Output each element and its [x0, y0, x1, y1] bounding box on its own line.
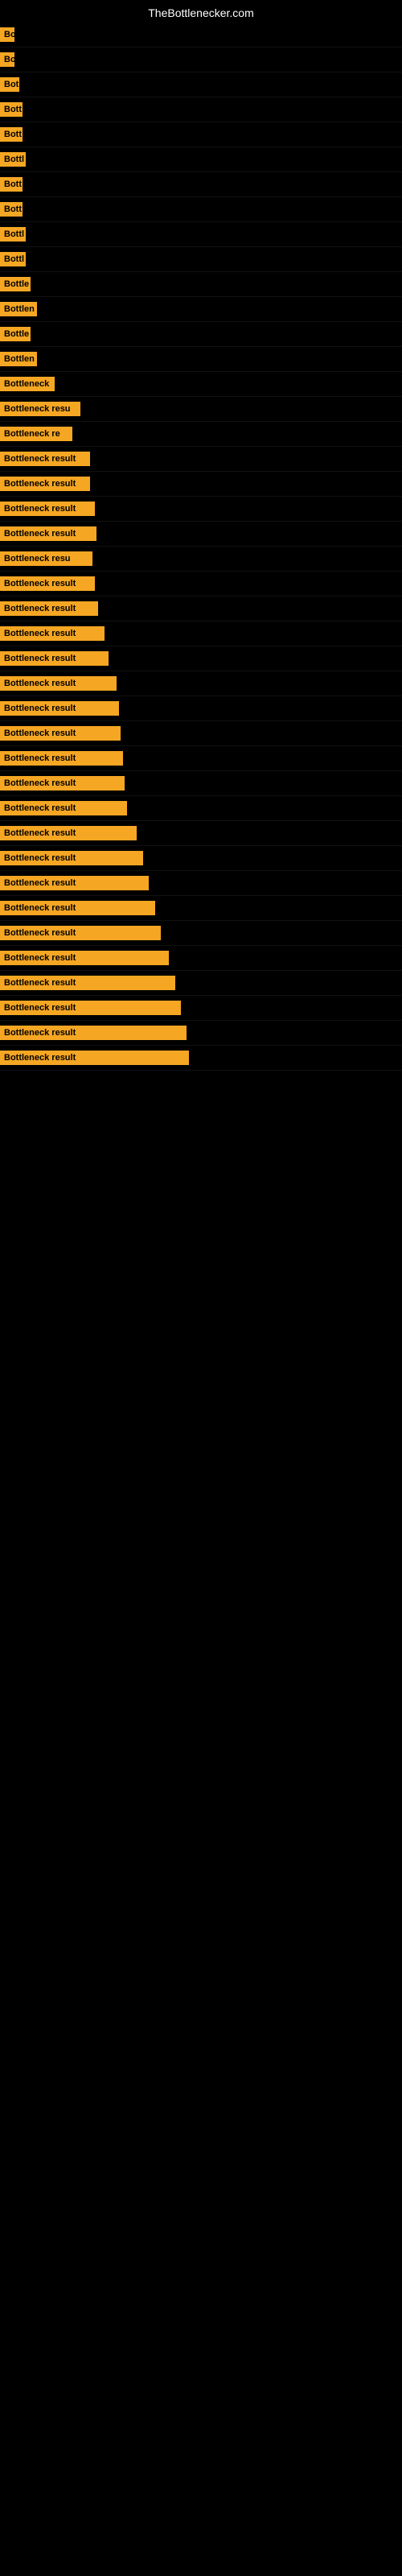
bottleneck-label: Bottleneck result — [0, 826, 137, 840]
bottleneck-label: Bottleneck result — [0, 726, 121, 741]
bottleneck-label: Bottleneck result — [0, 502, 95, 516]
bottleneck-label: Bottleneck result — [0, 651, 109, 666]
bottleneck-label: Bottl — [0, 252, 26, 266]
bottleneck-label: Bo — [0, 52, 14, 67]
bottleneck-label: Bott — [0, 127, 23, 142]
bottleneck-label: Bottleneck result — [0, 1001, 181, 1015]
list-item: Bottleneck resu — [0, 397, 402, 422]
site-title: TheBottlenecker.com — [0, 0, 402, 23]
list-item: Bottle — [0, 272, 402, 297]
list-item: Bottleneck result — [0, 572, 402, 597]
bottleneck-label: Bottleneck result — [0, 751, 123, 766]
bottleneck-label: Bottle — [0, 327, 31, 341]
list-item: Bottleneck result — [0, 497, 402, 522]
bottleneck-label: Bottleneck resu — [0, 551, 92, 566]
bottleneck-label: Bottleneck result — [0, 951, 169, 965]
list-item: Bottleneck resu — [0, 547, 402, 572]
list-item: Bottleneck result — [0, 746, 402, 771]
list-item: Bottlen — [0, 297, 402, 322]
list-item: Bottl — [0, 222, 402, 247]
list-item: Bot — [0, 72, 402, 97]
list-item: Bottleneck result — [0, 597, 402, 621]
list-item: Bottleneck result — [0, 896, 402, 921]
list-item: Bottleneck result — [0, 821, 402, 846]
bottleneck-label: Bottleneck result — [0, 477, 90, 491]
list-item: Bott — [0, 172, 402, 197]
bottleneck-label: Bottleneck — [0, 377, 55, 391]
list-item: Bottleneck result — [0, 971, 402, 996]
bottleneck-label: Bottleneck result — [0, 576, 95, 591]
list-item: Bottleneck result — [0, 796, 402, 821]
bottleneck-label: Bottleneck result — [0, 926, 161, 940]
bottleneck-label: Bottlen — [0, 302, 37, 316]
list-item: Bott — [0, 122, 402, 147]
items-list: Bo Bo Bot Bott Bott Bottl Bott Bott Bottl Bottl Bo… — [0, 23, 402, 1071]
bottleneck-label: Bottl — [0, 227, 26, 242]
list-item: Bottleneck result — [0, 721, 402, 746]
bottleneck-label: Bottleneck result — [0, 901, 155, 915]
bottleneck-label: Bottleneck result — [0, 1051, 189, 1065]
list-item: Bottleneck result — [0, 472, 402, 497]
list-item: Bottleneck result — [0, 871, 402, 896]
list-item: Bottleneck result — [0, 671, 402, 696]
list-item: Bottleneck result — [0, 846, 402, 871]
bottleneck-label: Bottleneck result — [0, 526, 96, 541]
list-item: Bottleneck result — [0, 1021, 402, 1046]
bottleneck-label: Bott — [0, 102, 23, 117]
bottleneck-label: Bottleneck result — [0, 976, 175, 990]
bottleneck-label: Bottle — [0, 277, 31, 291]
bottleneck-label: Bottleneck result — [0, 776, 125, 791]
list-item: Bo — [0, 47, 402, 72]
list-item: Bottleneck result — [0, 522, 402, 547]
bottleneck-label: Bottleneck result — [0, 876, 149, 890]
bottleneck-label: Bottleneck re — [0, 427, 72, 441]
bottleneck-label: Bott — [0, 202, 23, 217]
bottleneck-label: Bo — [0, 27, 14, 42]
list-item: Bottleneck result — [0, 621, 402, 646]
list-item: Bo — [0, 23, 402, 47]
list-item: Bottleneck result — [0, 646, 402, 671]
bottleneck-label: Bott — [0, 177, 23, 192]
bottleneck-label: Bottl — [0, 152, 26, 167]
bottleneck-label: Bottleneck result — [0, 801, 127, 815]
bottleneck-label: Bottleneck result — [0, 701, 119, 716]
bottleneck-label: Bottleneck result — [0, 452, 90, 466]
list-item: Bott — [0, 197, 402, 222]
list-item: Bott — [0, 97, 402, 122]
list-item: Bottleneck result — [0, 921, 402, 946]
list-item: Bottleneck — [0, 372, 402, 397]
list-item: Bottleneck result — [0, 696, 402, 721]
header: TheBottlenecker.com — [0, 0, 402, 23]
bottleneck-label: Bottleneck result — [0, 1026, 187, 1040]
bottleneck-label: Bottleneck result — [0, 626, 105, 641]
bottleneck-label: Bottleneck resu — [0, 402, 80, 416]
list-item: Bottleneck result — [0, 447, 402, 472]
list-item: Bottleneck re — [0, 422, 402, 447]
list-item: Bottleneck result — [0, 946, 402, 971]
list-item: Bottleneck result — [0, 771, 402, 796]
list-item: Bottle — [0, 322, 402, 347]
bottleneck-label: Bot — [0, 77, 19, 92]
list-item: Bottl — [0, 147, 402, 172]
list-item: Bottleneck result — [0, 996, 402, 1021]
list-item: Bottl — [0, 247, 402, 272]
bottleneck-label: Bottleneck result — [0, 676, 117, 691]
list-item: Bottleneck result — [0, 1046, 402, 1071]
list-item: Bottlen — [0, 347, 402, 372]
bottleneck-label: Bottleneck result — [0, 601, 98, 616]
bottleneck-label: Bottleneck result — [0, 851, 143, 865]
bottleneck-label: Bottlen — [0, 352, 37, 366]
